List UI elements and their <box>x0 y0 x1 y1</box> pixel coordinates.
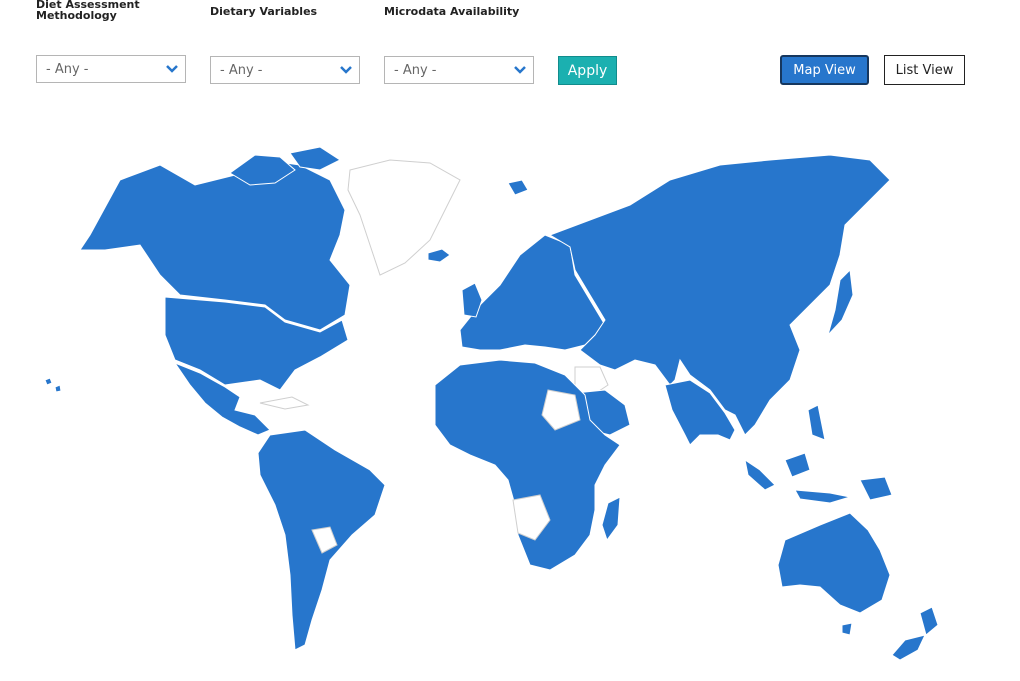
australia[interactable] <box>777 512 891 614</box>
filter-label: Microdata Availability <box>384 5 520 18</box>
indonesia[interactable] <box>744 452 893 504</box>
select-value: - Any - <box>394 62 437 78</box>
filter-label: Diet Assessment Methodology <box>36 0 140 22</box>
microdata-availability-select[interactable]: - Any - <box>384 56 534 84</box>
new-zealand[interactable] <box>891 606 939 661</box>
caribbean[interactable] <box>259 396 310 410</box>
svalbard[interactable] <box>507 179 529 196</box>
map-view-button[interactable]: Map View <box>780 55 869 85</box>
apply-button[interactable]: Apply <box>558 56 617 85</box>
world-map[interactable] <box>30 135 990 665</box>
chevron-down-icon <box>340 66 352 74</box>
tasmania[interactable] <box>841 622 853 636</box>
select-value: - Any - <box>220 62 263 78</box>
iceland[interactable] <box>427 248 451 263</box>
philippines[interactable] <box>807 404 826 441</box>
diet-assessment-select[interactable]: - Any - <box>36 55 186 83</box>
hawaii[interactable] <box>44 377 62 393</box>
filter-label: Dietary Variables <box>210 5 318 18</box>
select-value: - Any - <box>46 61 89 77</box>
madagascar[interactable] <box>601 496 621 542</box>
dietary-variables-select[interactable]: - Any - <box>210 56 360 84</box>
chevron-down-icon <box>514 66 526 74</box>
chevron-down-icon <box>166 65 178 73</box>
list-view-button[interactable]: List View <box>884 55 965 85</box>
